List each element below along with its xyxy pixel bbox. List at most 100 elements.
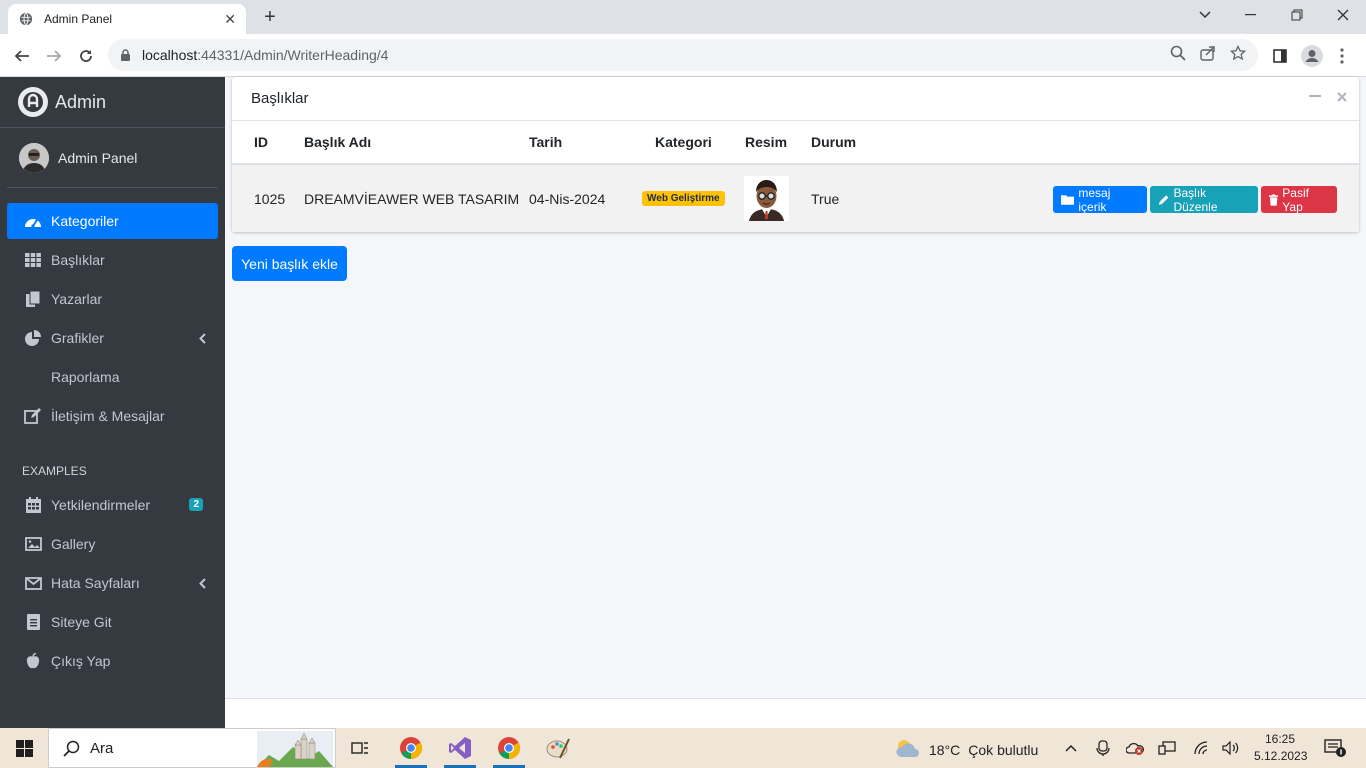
meet-now-icon[interactable]	[1093, 739, 1113, 757]
onedrive-error-icon[interactable]	[1125, 739, 1145, 757]
headings-card: Başlıklar ID Başlık Adı Tarih Kategori R…	[232, 77, 1359, 232]
os-taskbar: Ara 18°C Çok bulutlu 16:25 5.12.2023	[0, 728, 1366, 768]
column-header: Tarih	[529, 134, 563, 150]
close-window-icon[interactable]	[1320, 0, 1366, 30]
sidebar-nav: Kategoriler Başlıklar Yazarlar Grafikler…	[7, 203, 218, 437]
sidebar-item-hata-sayfalari[interactable]: Hata Sayfaları	[7, 565, 218, 601]
paint-icon[interactable]	[536, 728, 580, 768]
taskbar-search-placeholder: Ara	[90, 739, 114, 757]
cell-title: DREAMVİEAWER WEB TASARIM	[304, 190, 520, 207]
new-tab-icon[interactable]: +	[258, 5, 282, 29]
sidebar-item-grafikler[interactable]: Grafikler	[7, 320, 218, 356]
address-bar[interactable]: localhost:44331/Admin/WriterHeading/4	[108, 39, 1258, 71]
cell-id: 1025	[254, 190, 286, 207]
envelope-icon	[23, 574, 43, 592]
image-icon	[23, 535, 43, 553]
user-panel[interactable]: Admin Panel	[7, 128, 218, 188]
notification-center-icon[interactable]	[1323, 739, 1349, 757]
tab-search-chevron-icon[interactable]	[1182, 0, 1228, 30]
sidebar-item-iletisim[interactable]: İletişim & Mesajlar	[7, 398, 218, 434]
sidebar-item-raporlama[interactable]: Raporlama	[7, 359, 218, 395]
network-ethernet-icon[interactable]	[1157, 739, 1177, 757]
weather-widget[interactable]: 18°C Çok bulutlu	[895, 738, 1038, 761]
sidebar-item-gallery[interactable]: Gallery	[7, 526, 218, 562]
reload-icon[interactable]	[72, 42, 100, 70]
taskbar-search-input[interactable]: Ara	[48, 728, 336, 768]
column-header: Resim	[745, 134, 788, 150]
sidebar-item-label: Başlıklar	[51, 252, 105, 268]
back-icon[interactable]	[8, 42, 36, 70]
cloudy-weather-icon	[895, 738, 921, 761]
forward-icon[interactable]	[40, 42, 68, 70]
minimize-icon[interactable]	[1228, 0, 1274, 30]
sidebar-item-basliklar[interactable]: Başlıklar	[7, 242, 218, 278]
chevron-left-icon	[199, 331, 206, 347]
calendar-icon	[23, 496, 43, 514]
page-footer	[225, 698, 1366, 728]
collapse-icon[interactable]	[1309, 89, 1321, 106]
folder-icon	[1061, 195, 1075, 205]
add-heading-button[interactable]: Yeni başlık ekle	[232, 246, 347, 281]
close-tab-icon[interactable]: ✕	[224, 11, 236, 28]
card-header: Başlıklar	[232, 77, 1359, 121]
brand-text: Admin	[55, 91, 107, 112]
visual-studio-icon[interactable]	[438, 728, 482, 768]
close-icon[interactable]	[1337, 89, 1347, 106]
user-name[interactable]: Admin Panel	[58, 150, 137, 166]
profile-icon[interactable]	[1300, 44, 1324, 68]
more-menu-icon[interactable]	[1330, 44, 1354, 68]
tray-chevron-up-icon[interactable]	[1061, 739, 1081, 757]
share-icon[interactable]	[1200, 45, 1216, 64]
sidebar-item-label: Çıkış Yap	[51, 653, 111, 669]
side-panel-icon[interactable]	[1268, 44, 1292, 68]
chevron-left-icon	[199, 576, 206, 592]
wifi-icon[interactable]	[1191, 739, 1211, 757]
column-header: Başlık Adı	[304, 134, 372, 150]
chrome-taskbar-icon-2[interactable]	[487, 728, 531, 768]
browser-tab[interactable]: Admin Panel ✕	[8, 4, 246, 34]
sidebar: Admin Admin Panel Kategoriler Başlıklar …	[0, 77, 225, 728]
zoom-search-icon[interactable]	[1170, 45, 1186, 64]
cell-date: 04-Nis-2024	[529, 190, 606, 207]
copy-icon	[23, 290, 43, 308]
sidebar-item-kategoriler[interactable]: Kategoriler	[7, 203, 218, 239]
apple-icon	[23, 652, 43, 670]
weather-desc: Çok bulutlu	[968, 741, 1039, 758]
card-title: Başlıklar	[251, 90, 309, 107]
file-icon	[23, 613, 43, 631]
avatar	[19, 142, 49, 173]
sidebar-item-label: Kategoriler	[51, 213, 119, 229]
column-header: ID	[254, 134, 268, 150]
notification-badge: 2	[189, 498, 203, 511]
message-content-button[interactable]: mesaj içerik	[1053, 186, 1147, 214]
sidebar-item-yazarlar[interactable]: Yazarlar	[7, 281, 218, 317]
chrome-taskbar-icon[interactable]	[389, 728, 433, 768]
tab-title: Admin Panel	[44, 12, 113, 26]
sidebar-item-label: Grafikler	[51, 330, 104, 346]
windows-start-icon[interactable]	[16, 740, 33, 760]
volume-icon[interactable]	[1221, 739, 1241, 757]
sidebar-item-label: Siteye Git	[51, 614, 112, 630]
cell-status: True	[811, 190, 840, 207]
search-highlight-castle-icon	[257, 731, 333, 768]
sidebar-item-cikis-yap[interactable]: Çıkış Yap	[7, 643, 218, 679]
url-path: :44331/Admin/WriterHeading/4	[197, 47, 389, 63]
task-view-icon[interactable]	[338, 728, 382, 768]
column-header: Kategori	[655, 134, 712, 150]
pencil-icon	[1158, 194, 1169, 205]
restore-icon[interactable]	[1274, 0, 1320, 30]
globe-icon	[18, 11, 34, 27]
clock-date: 5.12.2023	[1254, 749, 1308, 763]
nav-section-header: EXAMPLES	[22, 464, 87, 478]
system-clock[interactable]: 16:25 5.12.2023	[1254, 731, 1308, 765]
sidebar-item-siteye-git[interactable]: Siteye Git	[7, 604, 218, 640]
url-host: localhost	[142, 47, 198, 63]
bookmark-star-icon[interactable]	[1229, 44, 1247, 64]
weather-temp: 18°C	[929, 741, 961, 758]
set-passive-button[interactable]: Pasif Yap	[1261, 186, 1337, 214]
edit-heading-button[interactable]: Başlık Düzenle	[1150, 186, 1258, 214]
brand-link[interactable]: Admin	[0, 77, 225, 128]
sidebar-item-label: Hata Sayfaları	[51, 575, 140, 591]
lock-icon[interactable]	[120, 48, 134, 62]
sidebar-item-yetkilendirmeler[interactable]: Yetkilendirmeler 2	[7, 487, 218, 523]
